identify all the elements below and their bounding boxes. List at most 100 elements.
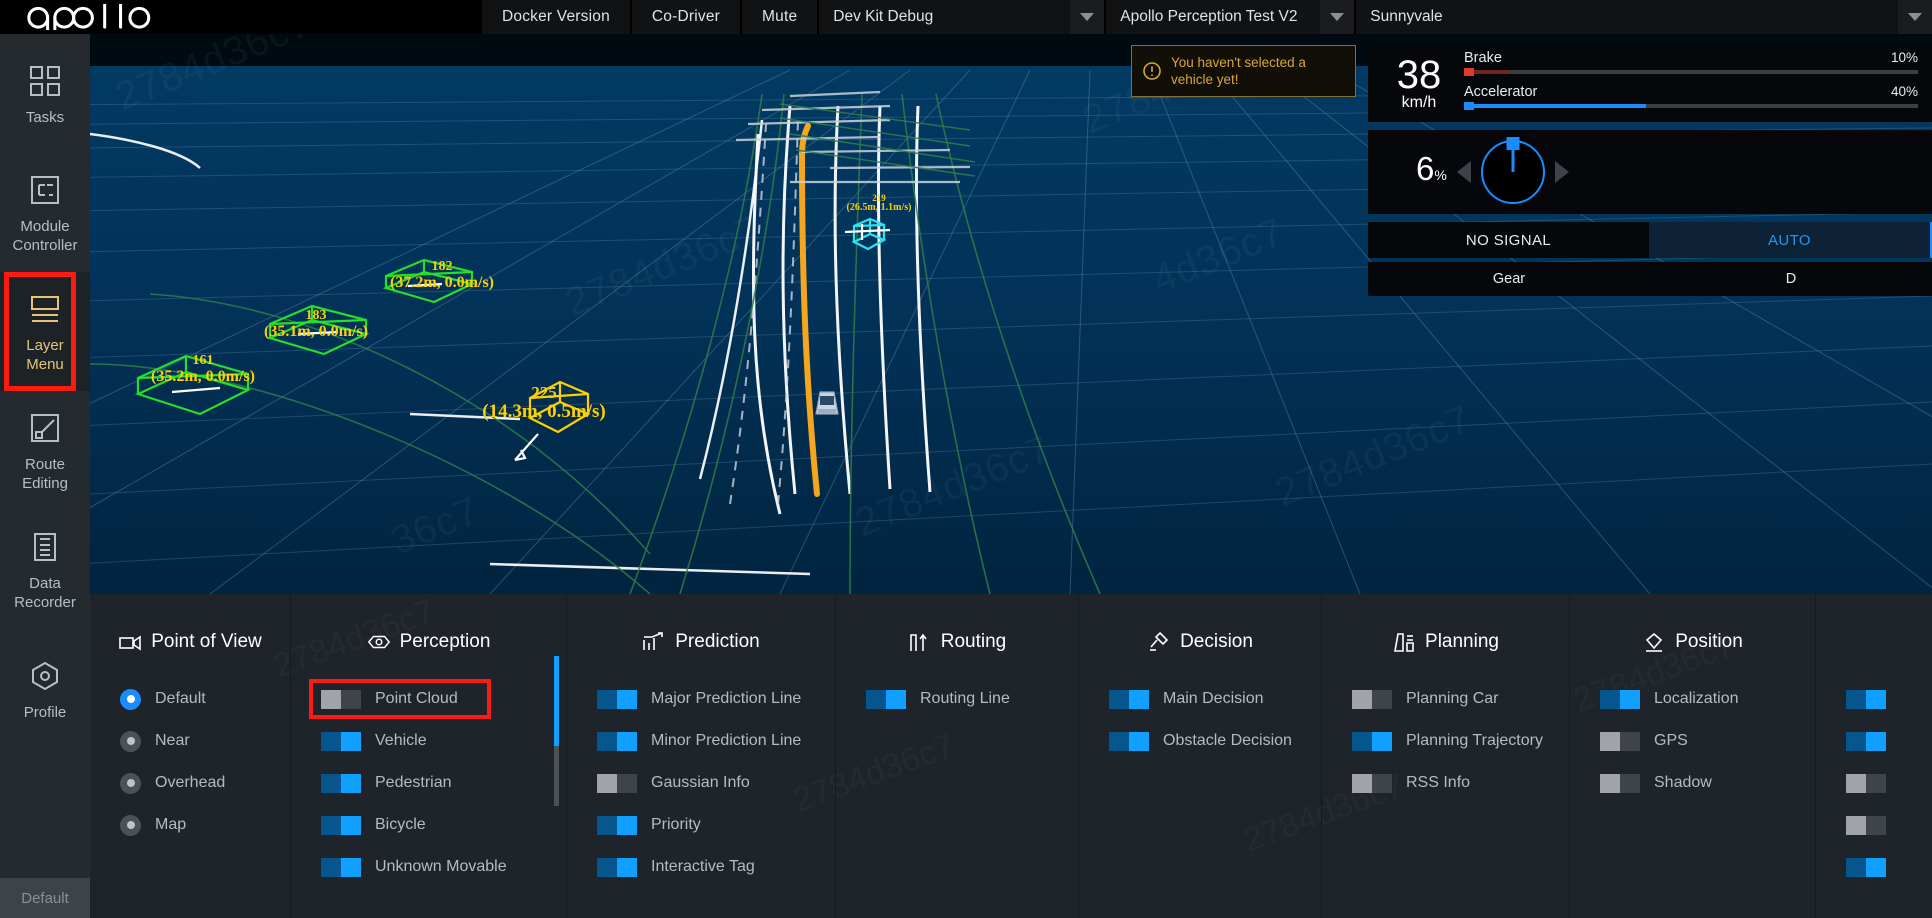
layer-row-map[interactable]: Map xyxy=(90,804,290,846)
layer-row-label: Shadow xyxy=(1654,774,1712,791)
layer-row-clipped-5[interactable] xyxy=(1816,846,1932,888)
toggle-switch[interactable] xyxy=(1846,731,1886,751)
radio-button[interactable] xyxy=(120,814,141,836)
layer-row-shadow[interactable]: Shadow xyxy=(1570,762,1815,804)
radio-button[interactable] xyxy=(120,688,141,710)
layer-row-bicycle[interactable]: Bicycle xyxy=(291,804,566,846)
toggle-switch[interactable] xyxy=(1846,689,1886,709)
toggle-switch[interactable] xyxy=(866,689,906,709)
topbar-button-co-driver[interactable]: Co-Driver xyxy=(631,0,741,34)
toggle-switch[interactable] xyxy=(597,731,637,751)
toggle-switch[interactable] xyxy=(1352,773,1392,793)
layer-row-label: Unknown Movable xyxy=(375,858,507,875)
layer-row-planning-trajectory[interactable]: Planning Trajectory xyxy=(1322,720,1569,762)
toggle-switch[interactable] xyxy=(597,689,637,709)
toggle-switch[interactable] xyxy=(1109,689,1149,709)
toggle-switch[interactable] xyxy=(1600,773,1640,793)
toggle-switch[interactable] xyxy=(1600,731,1640,751)
toggle-switch[interactable] xyxy=(321,689,361,709)
toggle-switch[interactable] xyxy=(1846,857,1886,877)
layer-row-planning-car[interactable]: Planning Car xyxy=(1322,678,1569,720)
layer-row-pedestrian[interactable]: Pedestrian xyxy=(291,762,566,804)
layer-row-default[interactable]: Default xyxy=(90,678,290,720)
layer-menu-panel: 2784d36c7 2784d36c7 2784d36c7 2784d36c7 … xyxy=(90,594,1932,918)
chevron-down-icon[interactable] xyxy=(1070,0,1105,34)
layer-row-routing-line[interactable]: Routing Line xyxy=(836,678,1078,720)
toggle-switch[interactable] xyxy=(1600,689,1640,709)
layer-row-obstacle-decision[interactable]: Obstacle Decision xyxy=(1079,720,1321,762)
layer-row-rss-info[interactable]: RSS Info xyxy=(1322,762,1569,804)
route-icon xyxy=(28,408,62,448)
chevron-down-icon[interactable] xyxy=(1320,0,1355,34)
radio-button[interactable] xyxy=(120,772,141,794)
layer-row-clipped-4[interactable] xyxy=(1816,804,1932,846)
turn-left-icon xyxy=(1456,161,1471,183)
brake-row: Brake 10% xyxy=(1464,50,1918,66)
sidebar-item-route-editing[interactable]: Route Editing xyxy=(0,391,90,510)
layer-column-header: Routing xyxy=(836,630,1078,654)
layer-row-priority[interactable]: Priority xyxy=(567,804,835,846)
vehicle-select[interactable]: Apollo Perception Test V2 xyxy=(1106,0,1355,34)
layer-row-label: Planning Car xyxy=(1406,690,1499,707)
signal-mode-row: NO SIGNAL AUTO xyxy=(1368,222,1932,258)
toggle-switch[interactable] xyxy=(1352,689,1392,709)
layer-row-clipped-3[interactable] xyxy=(1816,762,1932,804)
brake-knob xyxy=(1464,67,1474,76)
layer-row-near[interactable]: Near xyxy=(90,720,290,762)
toggle-switch[interactable] xyxy=(321,731,361,751)
layer-row-minor-prediction-line[interactable]: Minor Prediction Line xyxy=(567,720,835,762)
vehicle-hud-panel: 38 km/h Brake 10% Accelerator 40% 6% NO … xyxy=(1368,45,1932,296)
perception-scrollbar[interactable] xyxy=(554,656,559,806)
topbar-button-mute[interactable]: Mute xyxy=(742,0,818,34)
toggle-switch[interactable] xyxy=(597,857,637,877)
toggle-switch[interactable] xyxy=(321,773,361,793)
left-sidebar: Tasks Module Controller Layer Menu Route… xyxy=(0,34,90,918)
sidebar-item-layer-menu[interactable]: Layer Menu xyxy=(0,272,90,391)
sidebar-item-data-recorder[interactable]: Data Recorder xyxy=(0,510,90,629)
sidebar-item-label: Route Editing xyxy=(22,456,68,492)
gear-value: D xyxy=(1785,271,1797,287)
layer-column-header: Perception xyxy=(291,630,566,654)
sidebar-item-module-controller[interactable]: Module Controller xyxy=(0,153,90,272)
layer-row-unknown-movable[interactable]: Unknown Movable xyxy=(291,846,566,888)
layer-row-main-decision[interactable]: Main Decision xyxy=(1079,678,1321,720)
toggle-switch[interactable] xyxy=(1352,731,1392,751)
topbar-button-label: Co-Driver xyxy=(651,8,721,25)
layer-row-gaussian-info[interactable]: Gaussian Info xyxy=(567,762,835,804)
layer-row-label: Major Prediction Line xyxy=(651,690,802,707)
sidebar-item-profile[interactable]: Profile xyxy=(0,629,90,748)
sidebar-item-label: Layer Menu xyxy=(26,337,64,373)
layer-row-major-prediction-line[interactable]: Major Prediction Line xyxy=(567,678,835,720)
layer-row-point-cloud[interactable]: Point Cloud xyxy=(291,678,566,720)
map-select[interactable]: Sunnyvale xyxy=(1356,0,1932,34)
layer-row-interactive-tag[interactable]: Interactive Tag xyxy=(567,846,835,888)
toggle-switch[interactable] xyxy=(321,857,361,877)
toggle-switch[interactable] xyxy=(597,815,637,835)
toggle-switch[interactable] xyxy=(1846,815,1886,835)
toggle-switch[interactable] xyxy=(597,773,637,793)
chevron-down-icon[interactable] xyxy=(1898,0,1932,34)
layer-row-localization[interactable]: Localization xyxy=(1570,678,1815,720)
accelerator-knob xyxy=(1464,101,1474,110)
scrollbar-thumb[interactable] xyxy=(554,656,559,746)
layer-row-gps[interactable]: GPS xyxy=(1570,720,1815,762)
layer-column-header xyxy=(1816,630,1932,654)
toggle-switch[interactable] xyxy=(1846,773,1886,793)
topbar-button-docker-version[interactable]: Docker Version xyxy=(482,0,630,34)
layer-row-label: Gaussian Info xyxy=(651,774,750,791)
sidebar-item-tasks[interactable]: Tasks xyxy=(0,34,90,153)
toggle-switch[interactable] xyxy=(1109,731,1149,751)
layer-row-vehicle[interactable]: Vehicle xyxy=(291,720,566,762)
toggle-switch[interactable] xyxy=(321,815,361,835)
layer-row-label: Vehicle xyxy=(375,732,427,749)
layer-row-label: Priority xyxy=(651,816,701,833)
steering-cap xyxy=(1506,137,1520,150)
layer-row-label: Obstacle Decision xyxy=(1163,732,1292,749)
mode-select[interactable]: Dev Kit Debug xyxy=(819,0,1105,34)
layer-row-clipped-1[interactable] xyxy=(1816,678,1932,720)
layer-row-clipped-2[interactable] xyxy=(1816,720,1932,762)
radio-button[interactable] xyxy=(120,730,141,752)
layer-row-overhead[interactable]: Overhead xyxy=(90,762,290,804)
grid-icon xyxy=(28,61,62,101)
sidebar-bottom-default[interactable]: Default xyxy=(0,878,90,918)
